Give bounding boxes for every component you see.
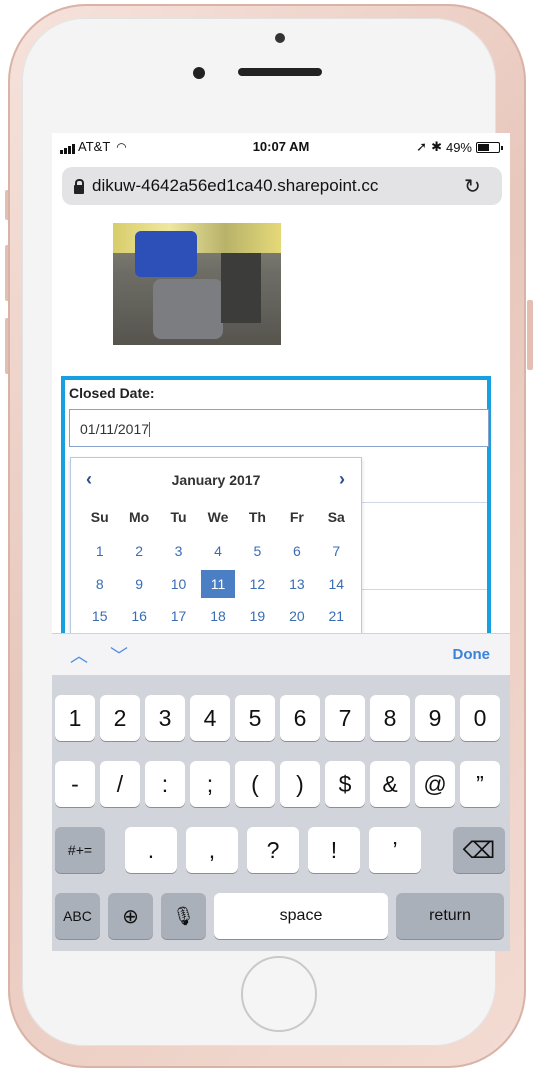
backspace-key[interactable]: ⌫ [453,827,505,873]
weekday-label: Mo [129,509,150,525]
web-page-content: Closed Date: 01/11/2017 ‹ January 2017 ›… [52,213,510,638]
day-cell[interactable]: 20 [277,602,316,630]
day-cell[interactable]: 14 [317,570,356,598]
weekday-label: Su [90,509,109,525]
datepicker-next-month[interactable]: › [339,469,345,490]
key[interactable]: 2 [100,695,140,741]
weekday-label: Sa [327,509,345,525]
day-cell[interactable]: 1 [80,537,119,565]
day-cell[interactable]: 15 [80,602,119,630]
key[interactable]: 3 [145,695,185,741]
battery-fill [478,143,489,151]
microphone-icon: 🎙 [172,905,195,926]
key[interactable]: 4 [190,695,230,741]
day-cell[interactable]: 12 [238,570,277,598]
proximity-sensor [193,67,205,79]
key[interactable]: ) [280,761,320,807]
closed-date-input[interactable]: 01/11/2017 [69,409,489,447]
day-cell[interactable]: 21 [317,602,356,630]
address-bar[interactable]: dikuw-4642a56ed1ca40.sharepoint.cc ↻ [62,167,502,205]
earpiece-speaker [238,68,322,76]
weekday-label: Tu [170,509,187,525]
day-cell[interactable]: 8 [80,570,119,598]
reload-icon[interactable]: ↻ [464,174,481,199]
battery-icon [476,141,503,153]
lock-icon [74,178,84,194]
key[interactable]: 6 [280,695,320,741]
day-cell[interactable]: 2 [119,537,158,565]
key[interactable]: 1 [55,695,95,741]
home-button[interactable] [241,956,317,1032]
front-camera [275,33,285,43]
key[interactable]: 5 [235,695,275,741]
key[interactable]: . [125,827,177,873]
key[interactable]: 0 [460,695,500,741]
globe-icon: ⊕ [122,905,139,928]
key[interactable]: ’ [369,827,421,873]
key[interactable]: ? [247,827,299,873]
weekday-label: We [207,509,229,525]
key[interactable]: ! [308,827,360,873]
day-cell[interactable]: 13 [277,570,316,598]
done-button[interactable]: Done [453,646,491,663]
location-icon: ➚ [416,139,428,154]
datepicker-week-row: 8 9 10 11 12 13 14 [80,570,356,598]
datepicker-weekday-row: Su Mo Tu We Th Fr Sa [80,503,356,531]
day-cell[interactable]: 9 [119,570,158,598]
chevron-down-icon[interactable]: ﹀ [110,642,128,668]
url-text[interactable]: dikuw-4642a56ed1ca40.sharepoint.cc [92,176,458,196]
status-right: ➚ ✱ 49% [416,139,503,155]
dictation-key[interactable]: 🎙 [161,893,206,939]
datepicker-week-row: 15 16 17 18 19 20 21 [80,602,356,630]
weekday-label: Fr [289,509,304,525]
text-caret [149,422,151,437]
day-cell[interactable]: 18 [198,602,237,630]
day-cell[interactable]: 16 [119,602,158,630]
backspace-icon: ⌫ [462,836,496,863]
key[interactable]: 9 [415,695,455,741]
day-cell[interactable]: 5 [238,537,277,565]
datepicker-week-row: 1 2 3 4 5 6 7 [80,537,356,565]
attached-photo [113,223,281,345]
globe-key[interactable]: ⊕ [108,893,153,939]
weekday-label: Th [248,509,266,525]
chevron-up-icon[interactable]: ︿ [70,642,88,668]
more-symbols-key[interactable]: #+= [55,827,105,873]
key[interactable]: , [186,827,238,873]
keyboard-accessory-bar: ︿ ﹀ Done [52,633,510,676]
key[interactable]: 8 [370,695,410,741]
key[interactable]: ( [235,761,275,807]
key[interactable]: ; [190,761,230,807]
bluetooth-icon: ✱ [431,139,442,154]
day-cell[interactable]: 7 [317,537,356,565]
power-button [527,300,533,370]
key[interactable]: ” [460,761,500,807]
key[interactable]: : [145,761,185,807]
day-cell[interactable]: 10 [159,570,198,598]
day-cell[interactable]: 19 [238,602,277,630]
return-key[interactable]: return [396,893,504,939]
battery-percent: 49% [445,139,472,155]
day-cell[interactable]: 17 [159,602,198,630]
closed-date-value: 01/11/2017 [80,421,150,437]
datepicker-title: January 2017 [171,472,261,488]
keyboard: 1 2 3 4 5 6 7 8 9 0 - / : ; ( ) $ & @ ” … [52,675,510,951]
abc-key[interactable]: ABC [55,893,100,939]
day-cell-selected[interactable]: 11 [198,570,237,598]
phone-screen: AT&T ◠ 10:07 AM ➚ ✱ 49% dikuw-4642a56ed1… [52,133,510,951]
key[interactable]: / [100,761,140,807]
key[interactable]: $ [325,761,365,807]
datepicker-popup: ‹ January 2017 › Su Mo Tu We Th Fr Sa 1 … [70,457,362,637]
day-cell[interactable]: 6 [277,537,316,565]
day-cell[interactable]: 4 [198,537,237,565]
status-bar: AT&T ◠ 10:07 AM ➚ ✱ 49% [52,133,510,159]
space-key[interactable]: space [214,893,388,939]
day-cell[interactable]: 3 [159,537,198,565]
closed-date-label: Closed Date: [69,385,155,401]
key[interactable]: & [370,761,410,807]
key[interactable]: 7 [325,695,365,741]
key[interactable]: - [55,761,95,807]
key[interactable]: @ [415,761,455,807]
